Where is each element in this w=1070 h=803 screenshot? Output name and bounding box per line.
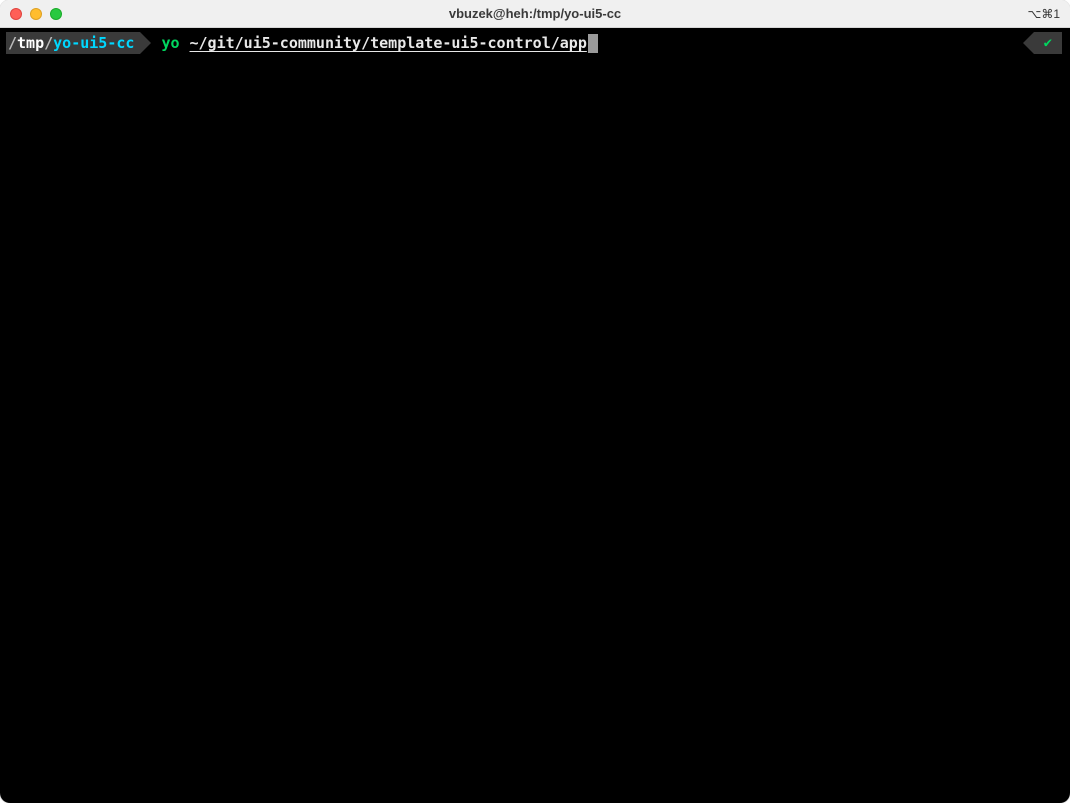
command-name: yo — [161, 33, 179, 53]
status-segment: ✔ — [1034, 32, 1062, 54]
cwd-root-slash: / — [8, 33, 17, 53]
cwd-leaf: yo-ui5-cc — [53, 33, 134, 53]
cwd-arrow-icon — [140, 32, 151, 54]
cwd-segment: /tmp/yo-ui5-cc — [6, 32, 140, 54]
minimize-window-button[interactable] — [30, 8, 42, 20]
cursor-block-icon — [588, 34, 598, 53]
command-args: ~/git/ui5-community/template-ui5-control… — [190, 33, 587, 53]
status-right: ✔ — [1023, 32, 1062, 54]
shortcut-text: ⌥⌘1 — [1027, 7, 1060, 21]
traffic-lights — [10, 8, 62, 20]
check-icon: ✔ — [1044, 34, 1052, 53]
window-titlebar: vbuzek@heh:/tmp/yo-ui5-cc ⌥⌘1 — [0, 0, 1070, 28]
terminal-viewport[interactable]: /tmp/yo-ui5-cc yo ~/git/ui5-community/te… — [0, 28, 1070, 803]
cwd-sep: / — [44, 33, 53, 53]
window-title: vbuzek@heh:/tmp/yo-ui5-cc — [449, 6, 621, 21]
close-window-button[interactable] — [10, 8, 22, 20]
window-shortcut-indicator: ⌥⌘1 — [1027, 7, 1060, 21]
maximize-window-button[interactable] — [50, 8, 62, 20]
status-arrow-icon — [1023, 32, 1034, 54]
command-input-display[interactable]: yo ~/git/ui5-community/template-ui5-cont… — [161, 33, 597, 53]
prompt-line: /tmp/yo-ui5-cc yo ~/git/ui5-community/te… — [0, 32, 1070, 54]
cwd-mid: tmp — [17, 33, 44, 53]
